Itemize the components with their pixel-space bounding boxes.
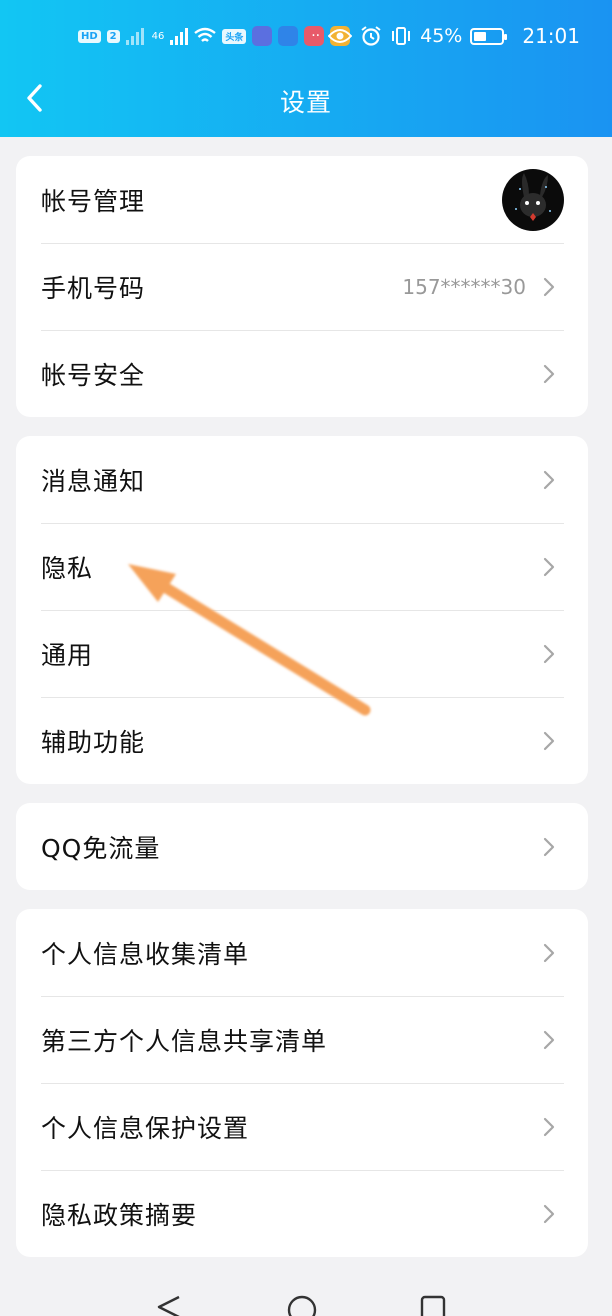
toutiao-icon: 头条: [222, 28, 247, 44]
row-label: 通用: [41, 640, 94, 670]
settings-row-general[interactable]: 通用: [16, 610, 588, 697]
chevron-right-icon: [543, 1030, 555, 1049]
row-label: 帐号管理: [41, 186, 146, 216]
avatar[interactable]: [502, 168, 564, 231]
chevron-right-icon: [543, 1117, 555, 1136]
chevron-right-icon: [543, 470, 555, 489]
music-app-icon: [252, 26, 273, 46]
row-label: 个人信息保护设置: [41, 1113, 250, 1143]
battery-percent: 45%: [420, 25, 463, 47]
settings-group-data: QQ免流量: [16, 803, 588, 890]
status-bar: HD 2 46 头条 ·· 45% 21:01: [0, 20, 612, 54]
settings-row-account-security[interactable]: 帐号安全: [16, 330, 588, 417]
weather-app-icon: [278, 26, 299, 46]
settings-row-account-manage[interactable]: 帐号管理: [16, 156, 588, 243]
settings-row-info-protection[interactable]: 个人信息保护设置: [16, 1083, 588, 1170]
row-label: 帐号安全: [41, 360, 146, 390]
sim-badge: 2: [106, 29, 120, 43]
header-bar: HD 2 46 头条 ·· 45% 21:01 设置: [0, 0, 612, 137]
chevron-right-icon: [543, 731, 555, 750]
settings-row-free-data[interactable]: QQ免流量: [16, 803, 588, 890]
settings-row-third-party-sharing[interactable]: 第三方个人信息共享清单: [16, 996, 588, 1083]
clock: 21:01: [522, 24, 580, 48]
status-left: HD 2 46 头条: [78, 26, 351, 46]
row-label: 隐私政策摘要: [41, 1200, 198, 1230]
row-label: 手机号码: [41, 273, 146, 303]
battery-icon: [470, 27, 508, 45]
row-label: 个人信息收集清单: [41, 939, 250, 969]
wifi-icon: [194, 27, 217, 42]
chevron-right-icon: [543, 1204, 555, 1223]
triangle-back-icon[interactable]: [155, 1295, 183, 1316]
row-label: 隐私: [41, 553, 94, 583]
settings-group-general: 消息通知 隐私 通用 辅助功能: [16, 436, 588, 784]
chevron-right-icon: [543, 364, 555, 383]
chevron-right-icon: [543, 837, 555, 856]
alarm-icon: [361, 26, 381, 46]
settings-row-phone[interactable]: 手机号码 157******30: [16, 243, 588, 330]
chevron-right-icon: [543, 943, 555, 962]
network-label: 46: [151, 30, 165, 42]
vibrate-icon: [392, 27, 411, 45]
signal-icon-2: [170, 27, 189, 45]
phone-number-value: 157******30: [402, 274, 526, 299]
bunny-avatar-image: [515, 172, 551, 221]
settings-row-info-collection[interactable]: 个人信息收集清单: [16, 909, 588, 996]
page-title: 设置: [279, 88, 332, 117]
circle-home-icon[interactable]: [287, 1295, 317, 1316]
settings-group-account: 帐号管理 手机号码 157******30 帐号安全: [16, 156, 588, 417]
settings-row-privacy-summary[interactable]: 隐私政策摘要: [16, 1170, 588, 1257]
signal-icon: [125, 27, 144, 45]
chevron-right-icon: [543, 277, 555, 296]
row-label: 辅助功能: [41, 727, 146, 757]
system-nav-bar: [0, 1275, 612, 1316]
hd-badge: HD: [78, 29, 101, 43]
row-label: 第三方个人信息共享清单: [41, 1026, 328, 1056]
status-right: ·· 45% 21:01: [311, 24, 580, 48]
settings-row-notifications[interactable]: 消息通知: [16, 436, 588, 523]
chevron-right-icon: [543, 644, 555, 663]
square-recents-icon[interactable]: [420, 1295, 446, 1316]
row-label: QQ免流量: [41, 833, 161, 863]
chevron-right-icon: [543, 557, 555, 576]
settings-row-accessibility[interactable]: 辅助功能: [16, 697, 588, 784]
settings-row-privacy[interactable]: 隐私: [16, 523, 588, 610]
row-label: 消息通知: [41, 466, 146, 496]
more-dots: ··: [311, 28, 321, 44]
settings-group-personal-info: 个人信息收集清单 第三方个人信息共享清单 个人信息保护设置 隐私政策摘要: [16, 909, 588, 1257]
eye-icon: [328, 29, 353, 43]
